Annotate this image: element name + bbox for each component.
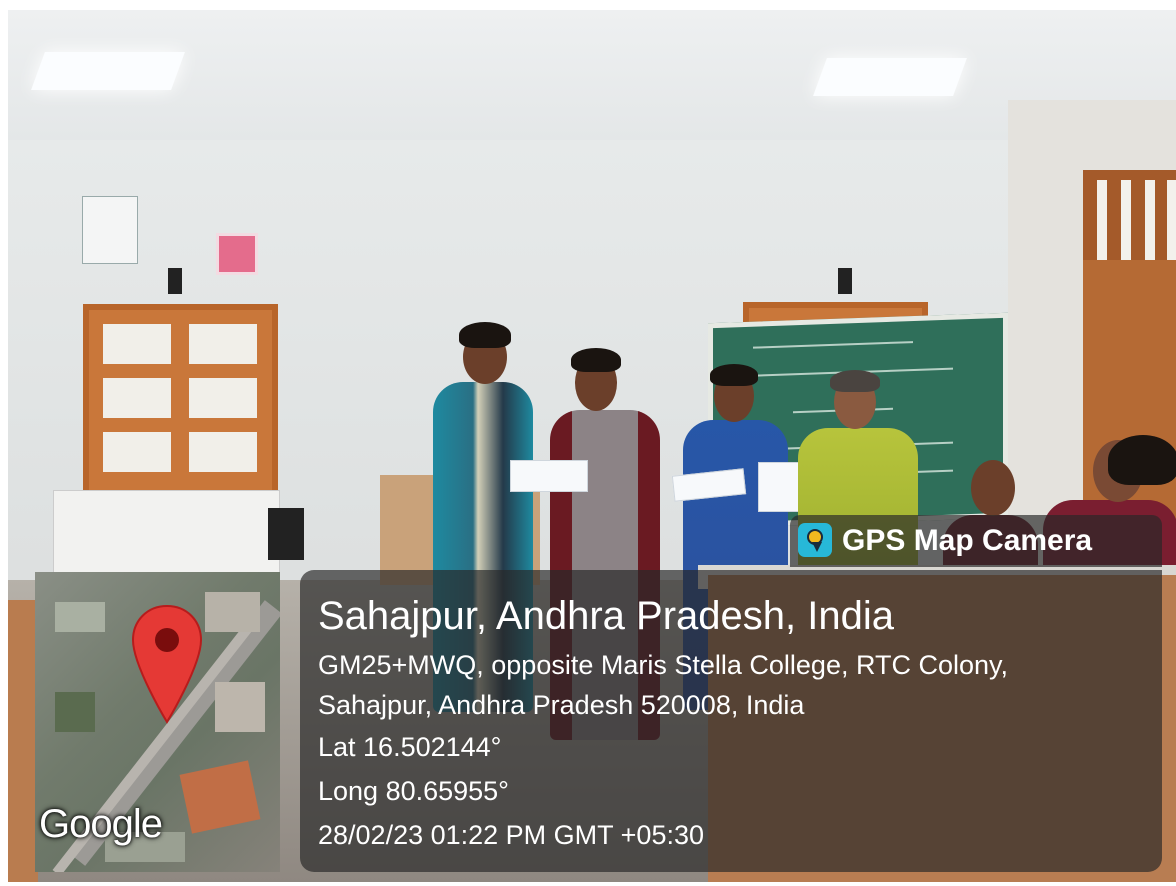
longitude: Long 80.65955° (318, 776, 509, 806)
datetime: 28/02/23 01:22 PM GMT +05:30 (318, 820, 705, 850)
app-name: GPS Map Camera (842, 524, 1093, 557)
ceiling (8, 10, 1176, 140)
app-tag: GPS Map Camera (790, 515, 1162, 567)
ceiling-light (813, 58, 967, 96)
photo-frame: Google GPS Map Camera Sahajpur, Andhra P… (0, 0, 1176, 886)
address-line-1: GM25+MWQ, opposite Maris Stella College,… (318, 650, 1009, 680)
wall-speaker (168, 268, 182, 294)
certificate (510, 460, 588, 492)
latitude: Lat 16.502144° (318, 732, 502, 762)
google-logo: Google (39, 802, 163, 846)
table (8, 600, 38, 882)
window (1083, 170, 1176, 270)
floor-speaker (268, 508, 304, 560)
electric-box (82, 196, 138, 264)
place-name: Sahajpur, Andhra Pradesh, India (318, 594, 894, 638)
location-info-panel: Sahajpur, Andhra Pradesh, India GM25+MWQ… (300, 570, 1162, 872)
address-line-2: Sahajpur, Andhra Pradesh 520008, India (318, 690, 805, 720)
wall-speaker (838, 268, 852, 294)
ceiling-light (31, 52, 185, 90)
map-pin-app-icon (798, 523, 832, 557)
map-pin-icon (131, 604, 203, 724)
cabinet (53, 490, 280, 582)
map-thumbnail: Google (35, 572, 280, 872)
wall-sign (216, 233, 258, 275)
wooden-door (83, 304, 278, 504)
